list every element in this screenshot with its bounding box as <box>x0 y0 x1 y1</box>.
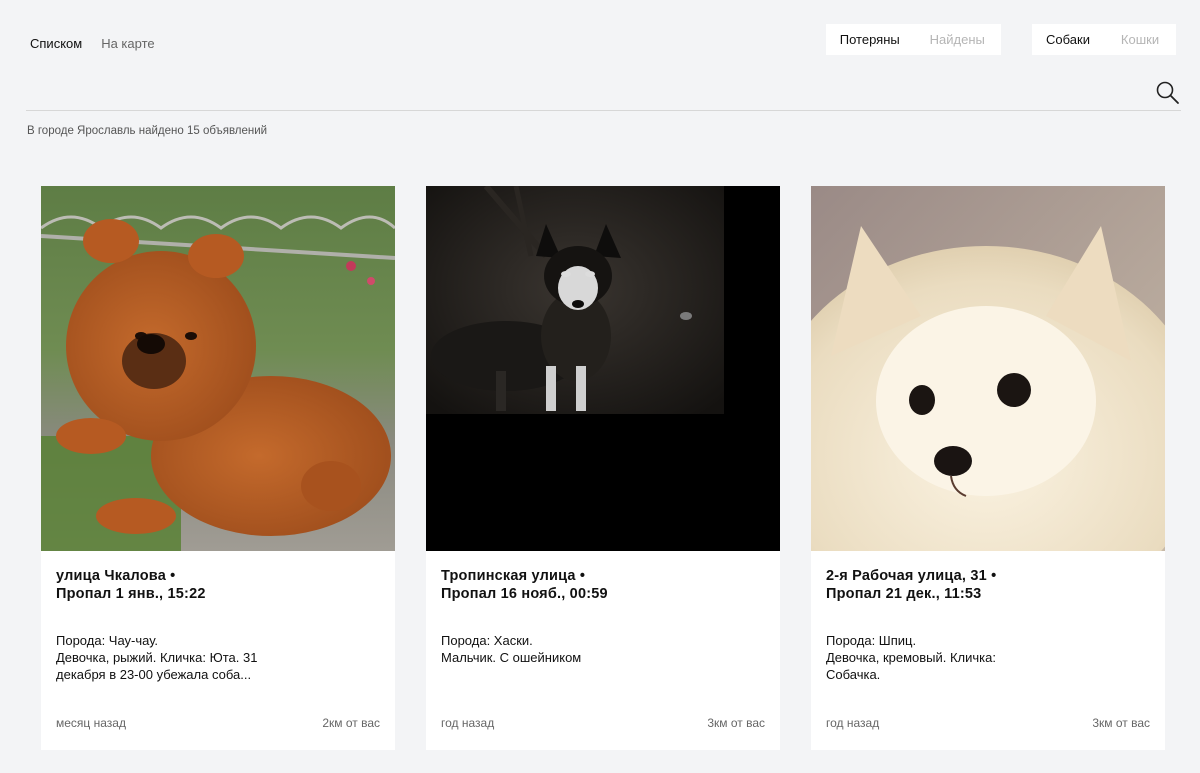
search-input-underline[interactable] <box>26 110 1181 111</box>
card-location: улица Чкалова • <box>56 568 176 584</box>
pet-photo <box>41 186 395 551</box>
tab-map[interactable]: На карте <box>101 36 154 51</box>
tab-list[interactable]: Списком <box>30 36 82 51</box>
view-tabs: Списком На карте <box>30 36 155 51</box>
distance: 3км от вас <box>1092 716 1150 730</box>
card-location: Тропинская улица • <box>441 568 586 584</box>
pet-photo <box>811 186 1165 551</box>
card-description: Порода: Хаски. Мальчик. С ошейником <box>441 633 582 665</box>
filter-found-button[interactable]: Найдены <box>914 24 1002 55</box>
filter-lost-button[interactable]: Потеряны <box>826 24 914 55</box>
distance: 2км от вас <box>322 716 380 730</box>
pet-photo <box>426 186 780 551</box>
listing-card[interactable]: Тропинская улица • Пропал 16 нояб., 00:5… <box>426 186 780 750</box>
card-lost-date: Пропал 16 нояб., 00:59 <box>441 586 608 602</box>
species-filter: Собаки Кошки <box>1032 24 1176 55</box>
card-footer: месяц назад 2км от вас <box>56 716 380 730</box>
status-filter: Потеряны Найдены <box>826 24 1001 55</box>
filter-dogs-button[interactable]: Собаки <box>1032 24 1104 55</box>
posted-time: год назад <box>441 716 495 730</box>
card-footer: год назад 3км от вас <box>441 716 765 730</box>
listing-card[interactable]: 2-я Рабочая улица, 31 • Пропал 21 дек., … <box>811 186 1165 750</box>
card-description: Порода: Шпиц. Девочка, кремовый. Кличка:… <box>826 633 996 682</box>
posted-time: месяц назад <box>56 716 126 730</box>
result-count: В городе Ярославль найдено 15 объявлений <box>27 125 268 137</box>
posted-time: год назад <box>826 716 880 730</box>
listing-card[interactable]: улица Чкалова • Пропал 1 янв., 15:22 Пор… <box>41 186 395 750</box>
card-location: 2-я Рабочая улица, 31 • <box>826 568 997 584</box>
card-description: Порода: Чау-чау. Девочка, рыжий. Кличка:… <box>56 633 258 682</box>
filter-cats-button[interactable]: Кошки <box>1104 24 1176 55</box>
search-icon[interactable] <box>1155 80 1181 106</box>
listing-cards: улица Чкалова • Пропал 1 янв., 15:22 Пор… <box>41 186 1165 750</box>
card-footer: год назад 3км от вас <box>826 716 1150 730</box>
card-lost-date: Пропал 21 дек., 11:53 <box>826 586 982 602</box>
card-lost-date: Пропал 1 янв., 15:22 <box>56 586 206 602</box>
distance: 3км от вас <box>707 716 765 730</box>
